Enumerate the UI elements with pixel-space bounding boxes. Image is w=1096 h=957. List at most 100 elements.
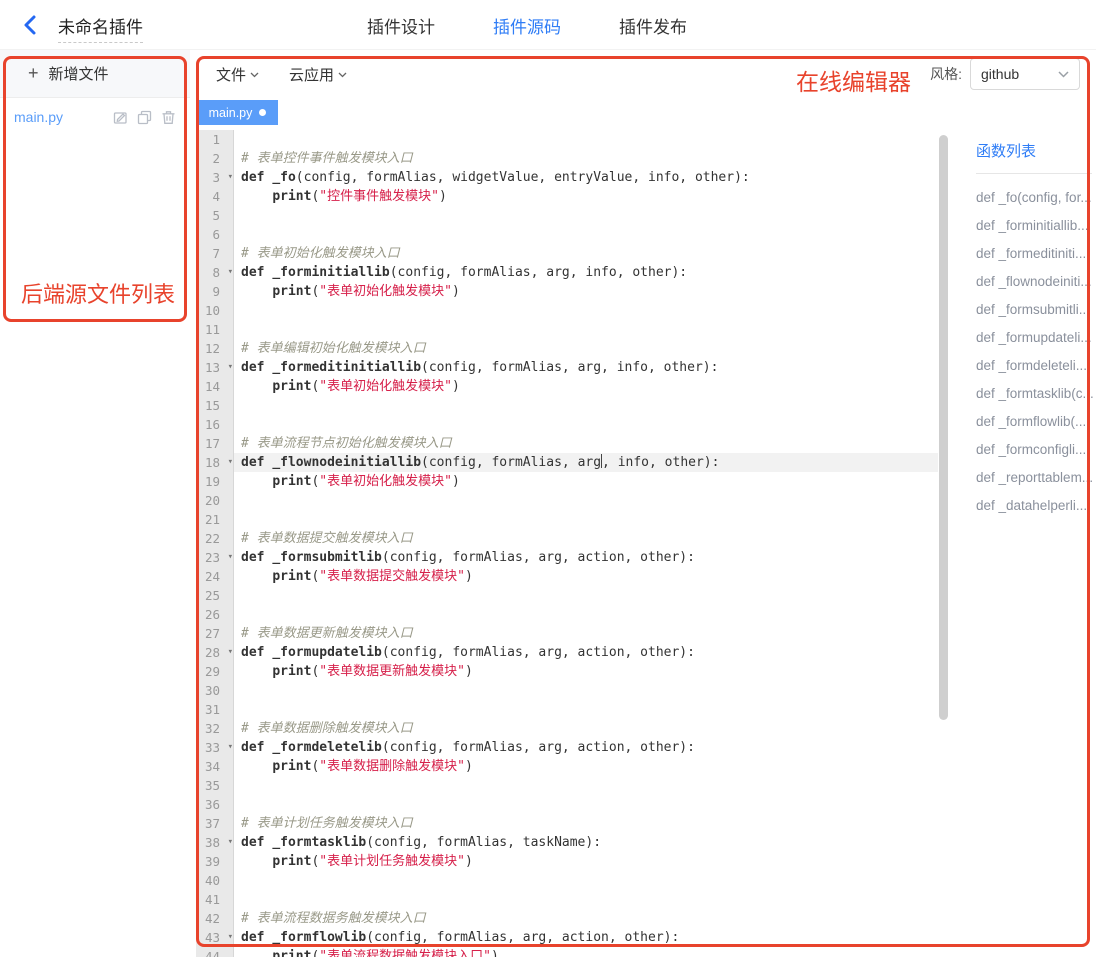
line-gutter[interactable]: 24 xyxy=(196,567,234,586)
code-line-content[interactable]: print("表单数据更新触发模块") xyxy=(234,662,938,681)
code-line[interactable]: 27# 表单数据更新触发模块入口 xyxy=(196,624,938,643)
code-line[interactable]: 21 xyxy=(196,510,938,529)
line-gutter[interactable]: 36 xyxy=(196,795,234,814)
code-line-content[interactable]: # 表单控件事件触发模块入口 xyxy=(234,149,938,168)
code-line[interactable]: 17# 表单流程节点初始化触发模块入口 xyxy=(196,434,938,453)
code-line[interactable]: 14 print("表单初始化触发模块") xyxy=(196,377,938,396)
fold-arrow-icon[interactable]: ▾ xyxy=(228,263,233,282)
header-tab-item[interactable]: 插件设计 xyxy=(367,13,435,38)
fold-arrow-icon[interactable]: ▾ xyxy=(228,928,233,947)
code-line[interactable]: 4 print("控件事件触发模块") xyxy=(196,187,938,206)
code-line-content[interactable] xyxy=(234,700,938,719)
code-line[interactable]: 29 print("表单数据更新触发模块") xyxy=(196,662,938,681)
function-list-item[interactable]: def _formflowlib(... xyxy=(976,412,1096,440)
function-list-item[interactable]: def _fo(config, for... xyxy=(976,188,1096,216)
function-list-item[interactable]: def _formeditiniti... xyxy=(976,244,1096,272)
code-line[interactable]: 9 print("表单初始化触发模块") xyxy=(196,282,938,301)
line-gutter[interactable]: 22 xyxy=(196,529,234,548)
code-line[interactable]: 20 xyxy=(196,491,938,510)
function-list-item[interactable]: def _flownodeiniti... xyxy=(976,272,1096,300)
code-line[interactable]: 10 xyxy=(196,301,938,320)
line-gutter[interactable]: 31 xyxy=(196,700,234,719)
code-line[interactable]: 42# 表单流程数据务触发模块入口 xyxy=(196,909,938,928)
code-line-content[interactable]: def _forminitiallib(config, formAlias, a… xyxy=(234,263,938,282)
line-gutter[interactable]: 16 xyxy=(196,415,234,434)
line-gutter[interactable]: 14 xyxy=(196,377,234,396)
code-area[interactable]: 12# 表单控件事件触发模块入口3▾def _fo(config, formAl… xyxy=(196,125,938,957)
add-file-button[interactable]: + 新增文件 xyxy=(0,50,190,98)
line-gutter[interactable]: 20 xyxy=(196,491,234,510)
editor-scrollbar[interactable] xyxy=(939,135,948,720)
file-list-item[interactable]: main.py xyxy=(0,98,190,136)
line-gutter[interactable]: 40 xyxy=(196,871,234,890)
code-line[interactable]: 11 xyxy=(196,320,938,339)
code-line[interactable]: 39 print("表单计划任务触发模块") xyxy=(196,852,938,871)
code-line-content[interactable]: def _formflowlib(config, formAlias, arg,… xyxy=(234,928,938,947)
line-gutter[interactable]: 3▾ xyxy=(196,168,234,187)
code-line-content[interactable] xyxy=(234,206,938,225)
edit-icon[interactable] xyxy=(113,110,128,125)
function-list-item[interactable]: def _datahelperli... xyxy=(976,496,1096,524)
line-gutter[interactable]: 5 xyxy=(196,206,234,225)
fold-arrow-icon[interactable]: ▾ xyxy=(228,358,233,377)
fold-arrow-icon[interactable]: ▾ xyxy=(228,168,233,187)
code-line-content[interactable] xyxy=(234,795,938,814)
code-line[interactable]: 7# 表单初始化触发模块入口 xyxy=(196,244,938,263)
function-list-item[interactable]: def _formconfigli... xyxy=(976,440,1096,468)
code-line-content[interactable]: print("表单初始化触发模块") xyxy=(234,282,938,301)
code-line[interactable]: 41 xyxy=(196,890,938,909)
code-line-content[interactable] xyxy=(234,586,938,605)
function-list-item[interactable]: def _reporttablem... xyxy=(976,468,1096,496)
code-line-content[interactable]: # 表单流程数据务触发模块入口 xyxy=(234,909,938,928)
code-line[interactable]: 26 xyxy=(196,605,938,624)
line-gutter[interactable]: 13▾ xyxy=(196,358,234,377)
code-line-content[interactable] xyxy=(234,301,938,320)
code-line[interactable]: 1 xyxy=(196,130,938,149)
fold-arrow-icon[interactable]: ▾ xyxy=(228,833,233,852)
code-line[interactable]: 33▾def _formdeletelib(config, formAlias,… xyxy=(196,738,938,757)
code-line-content[interactable]: # 表单编辑初始化触发模块入口 xyxy=(234,339,938,358)
fold-arrow-icon[interactable]: ▾ xyxy=(228,453,233,472)
code-line[interactable]: 12# 表单编辑初始化触发模块入口 xyxy=(196,339,938,358)
line-gutter[interactable]: 43▾ xyxy=(196,928,234,947)
code-line-content[interactable] xyxy=(234,130,938,149)
function-list-item[interactable]: def _formupdateli... xyxy=(976,328,1096,356)
code-line[interactable]: 3▾def _fo(config, formAlias, widgetValue… xyxy=(196,168,938,187)
code-line-content[interactable]: # 表单流程节点初始化触发模块入口 xyxy=(234,434,938,453)
code-line-content[interactable] xyxy=(234,396,938,415)
code-line-content[interactable]: print("表单数据删除触发模块") xyxy=(234,757,938,776)
line-gutter[interactable]: 4 xyxy=(196,187,234,206)
code-line[interactable]: 35 xyxy=(196,776,938,795)
code-line-content[interactable]: print("表单流程数据触发模块入口") xyxy=(234,947,938,957)
code-line-content[interactable]: def _formtasklib(config, formAlias, task… xyxy=(234,833,938,852)
code-line[interactable]: 30 xyxy=(196,681,938,700)
code-line-content[interactable]: print("表单计划任务触发模块") xyxy=(234,852,938,871)
line-gutter[interactable]: 32 xyxy=(196,719,234,738)
line-gutter[interactable]: 19 xyxy=(196,472,234,491)
function-list-item[interactable]: def _formtasklib(c... xyxy=(976,384,1096,412)
header-tab-item[interactable]: 插件发布 xyxy=(619,13,687,38)
line-gutter[interactable]: 41 xyxy=(196,890,234,909)
code-line[interactable]: 34 print("表单数据删除触发模块") xyxy=(196,757,938,776)
line-gutter[interactable]: 34 xyxy=(196,757,234,776)
code-line-content[interactable] xyxy=(234,605,938,624)
menu-dropdown[interactable]: 文件 xyxy=(216,64,259,85)
code-line-content[interactable]: # 表单初始化触发模块入口 xyxy=(234,244,938,263)
file-name[interactable]: main.py xyxy=(14,109,113,125)
code-line[interactable]: 22# 表单数据提交触发模块入口 xyxy=(196,529,938,548)
line-gutter[interactable]: 1 xyxy=(196,130,234,149)
code-line-content[interactable]: # 表单数据提交触发模块入口 xyxy=(234,529,938,548)
code-line-content[interactable] xyxy=(234,415,938,434)
delete-icon[interactable] xyxy=(161,110,176,125)
line-gutter[interactable]: 29 xyxy=(196,662,234,681)
header-tab-active[interactable]: 插件源码 xyxy=(493,13,561,38)
function-list-item[interactable]: def _formdeleteli... xyxy=(976,356,1096,384)
line-gutter[interactable]: 42 xyxy=(196,909,234,928)
function-list-item[interactable]: def _forminitiallib... xyxy=(976,216,1096,244)
fold-arrow-icon[interactable]: ▾ xyxy=(228,548,233,567)
code-line[interactable]: 38▾def _formtasklib(config, formAlias, t… xyxy=(196,833,938,852)
code-line[interactable]: 23▾def _formsubmitlib(config, formAlias,… xyxy=(196,548,938,567)
code-line-content[interactable]: # 表单数据删除触发模块入口 xyxy=(234,719,938,738)
line-gutter[interactable]: 9 xyxy=(196,282,234,301)
code-line-content[interactable]: # 表单计划任务触发模块入口 xyxy=(234,814,938,833)
